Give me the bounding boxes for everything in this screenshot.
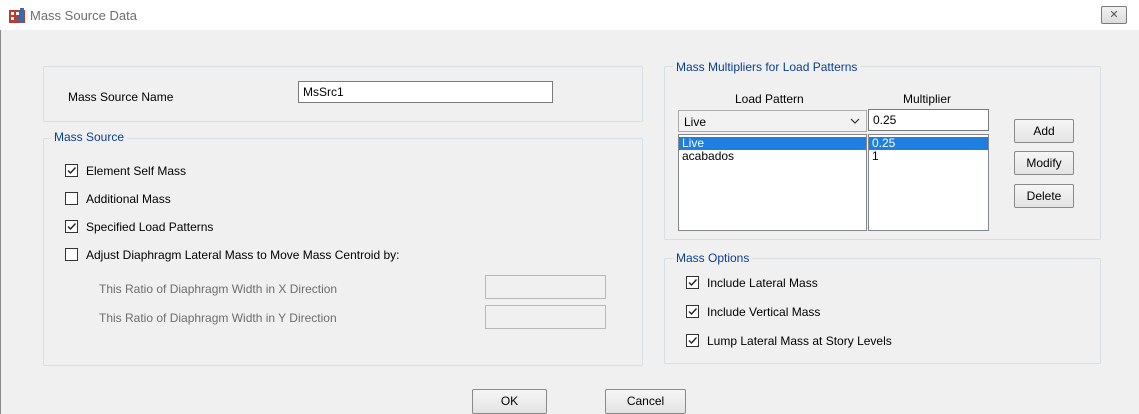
ratio-y-label: This Ratio of Diaphragm Width in Y Direc… — [99, 311, 337, 325]
lump-lateral-mass-label: Lump Lateral Mass at Story Levels — [707, 334, 892, 348]
close-icon: ✕ — [1109, 9, 1119, 21]
multiplier-header: Multiplier — [903, 92, 952, 106]
check-icon — [67, 223, 77, 231]
include-lateral-mass-label: Include Lateral Mass — [707, 276, 818, 290]
chevron-down-icon — [850, 118, 860, 124]
cancel-button[interactable]: Cancel — [605, 389, 686, 414]
load-pattern-header: Load Pattern — [735, 92, 804, 106]
element-self-mass-checkbox[interactable] — [65, 164, 78, 177]
multipliers-legend: Mass Multipliers for Load Patterns — [673, 60, 861, 74]
mass-source-name-input[interactable]: MsSrc1 — [298, 81, 553, 103]
specified-load-patterns-checkbox[interactable] — [65, 220, 78, 233]
include-vertical-mass-checkbox[interactable] — [686, 305, 699, 318]
mass-options-legend: Mass Options — [673, 251, 753, 265]
additional-mass-checkbox[interactable] — [65, 192, 78, 205]
check-icon — [688, 337, 698, 345]
additional-mass-label: Additional Mass — [86, 192, 171, 206]
multiplier-list[interactable]: 0.25 1 — [868, 134, 989, 231]
ratio-y-input[interactable] — [485, 305, 606, 329]
title-bar: Mass Source Data ✕ — [0, 0, 1139, 30]
ratio-x-label: This Ratio of Diaphragm Width in X Direc… — [99, 282, 338, 296]
list-item[interactable]: 1 — [869, 150, 988, 163]
specified-load-patterns-label: Specified Load Patterns — [86, 220, 214, 234]
include-vertical-mass-label: Include Vertical Mass — [707, 305, 821, 319]
load-pattern-dropdown[interactable]: Live — [678, 110, 867, 132]
check-icon — [67, 167, 77, 175]
check-icon — [688, 308, 698, 316]
multiplier-input[interactable]: 0.25 — [868, 109, 989, 131]
element-self-mass-label: Element Self Mass — [86, 164, 187, 178]
load-pattern-list[interactable]: Live acabados — [678, 134, 867, 231]
lump-lateral-mass-checkbox[interactable] — [686, 334, 699, 347]
ok-button[interactable]: OK — [472, 389, 547, 414]
load-pattern-selected: Live — [684, 115, 707, 129]
app-icon — [9, 8, 25, 23]
window-title: Mass Source Data — [30, 8, 137, 23]
adjust-diaphragm-label: Adjust Diaphragm Lateral Mass to Move Ma… — [86, 248, 400, 262]
list-item-label: 1 — [872, 149, 879, 163]
list-item-label: acabados — [682, 149, 735, 163]
dialog-body: Mass Source Name MsSrc1 Mass Source Elem… — [0, 30, 1139, 414]
ratio-x-input[interactable] — [485, 275, 606, 299]
mass-source-legend: Mass Source — [51, 130, 128, 144]
mass-source-name-label: Mass Source Name — [68, 90, 174, 104]
modify-button[interactable]: Modify — [1014, 151, 1074, 175]
list-item-label: 0.25 — [872, 136, 896, 150]
list-item[interactable]: 0.25 — [869, 137, 988, 150]
delete-button[interactable]: Delete — [1014, 184, 1074, 208]
close-button[interactable]: ✕ — [1101, 6, 1127, 24]
list-item-label: Live — [682, 136, 705, 150]
adjust-diaphragm-checkbox[interactable] — [65, 248, 78, 261]
add-button[interactable]: Add — [1014, 119, 1074, 143]
include-lateral-mass-checkbox[interactable] — [686, 276, 699, 289]
check-icon — [688, 279, 698, 287]
list-item[interactable]: acabados — [679, 150, 866, 163]
